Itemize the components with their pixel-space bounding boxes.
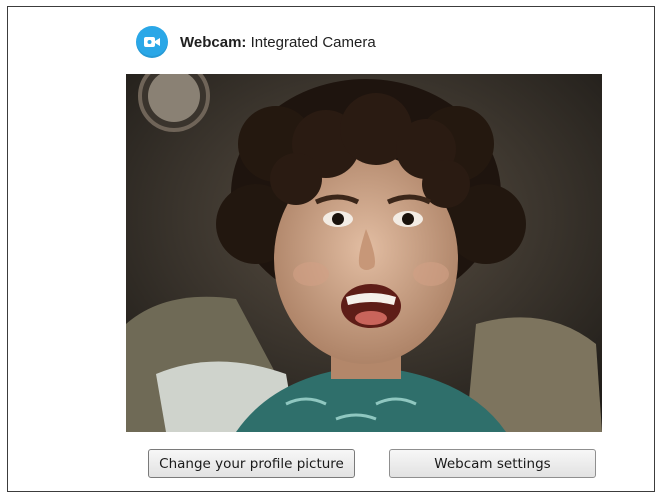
change-profile-picture-button[interactable]: Change your profile picture: [148, 449, 355, 478]
webcam-header: Webcam: Integrated Camera: [136, 26, 376, 58]
camera-name: Integrated Camera: [250, 33, 376, 51]
webcam-settings-button[interactable]: Webcam settings: [389, 449, 596, 478]
webcam-preview: [126, 74, 602, 432]
webcam-label: Webcam:: [180, 33, 247, 51]
webcam-icon: [136, 26, 168, 58]
webcam-title: Webcam: Integrated Camera: [180, 34, 376, 51]
